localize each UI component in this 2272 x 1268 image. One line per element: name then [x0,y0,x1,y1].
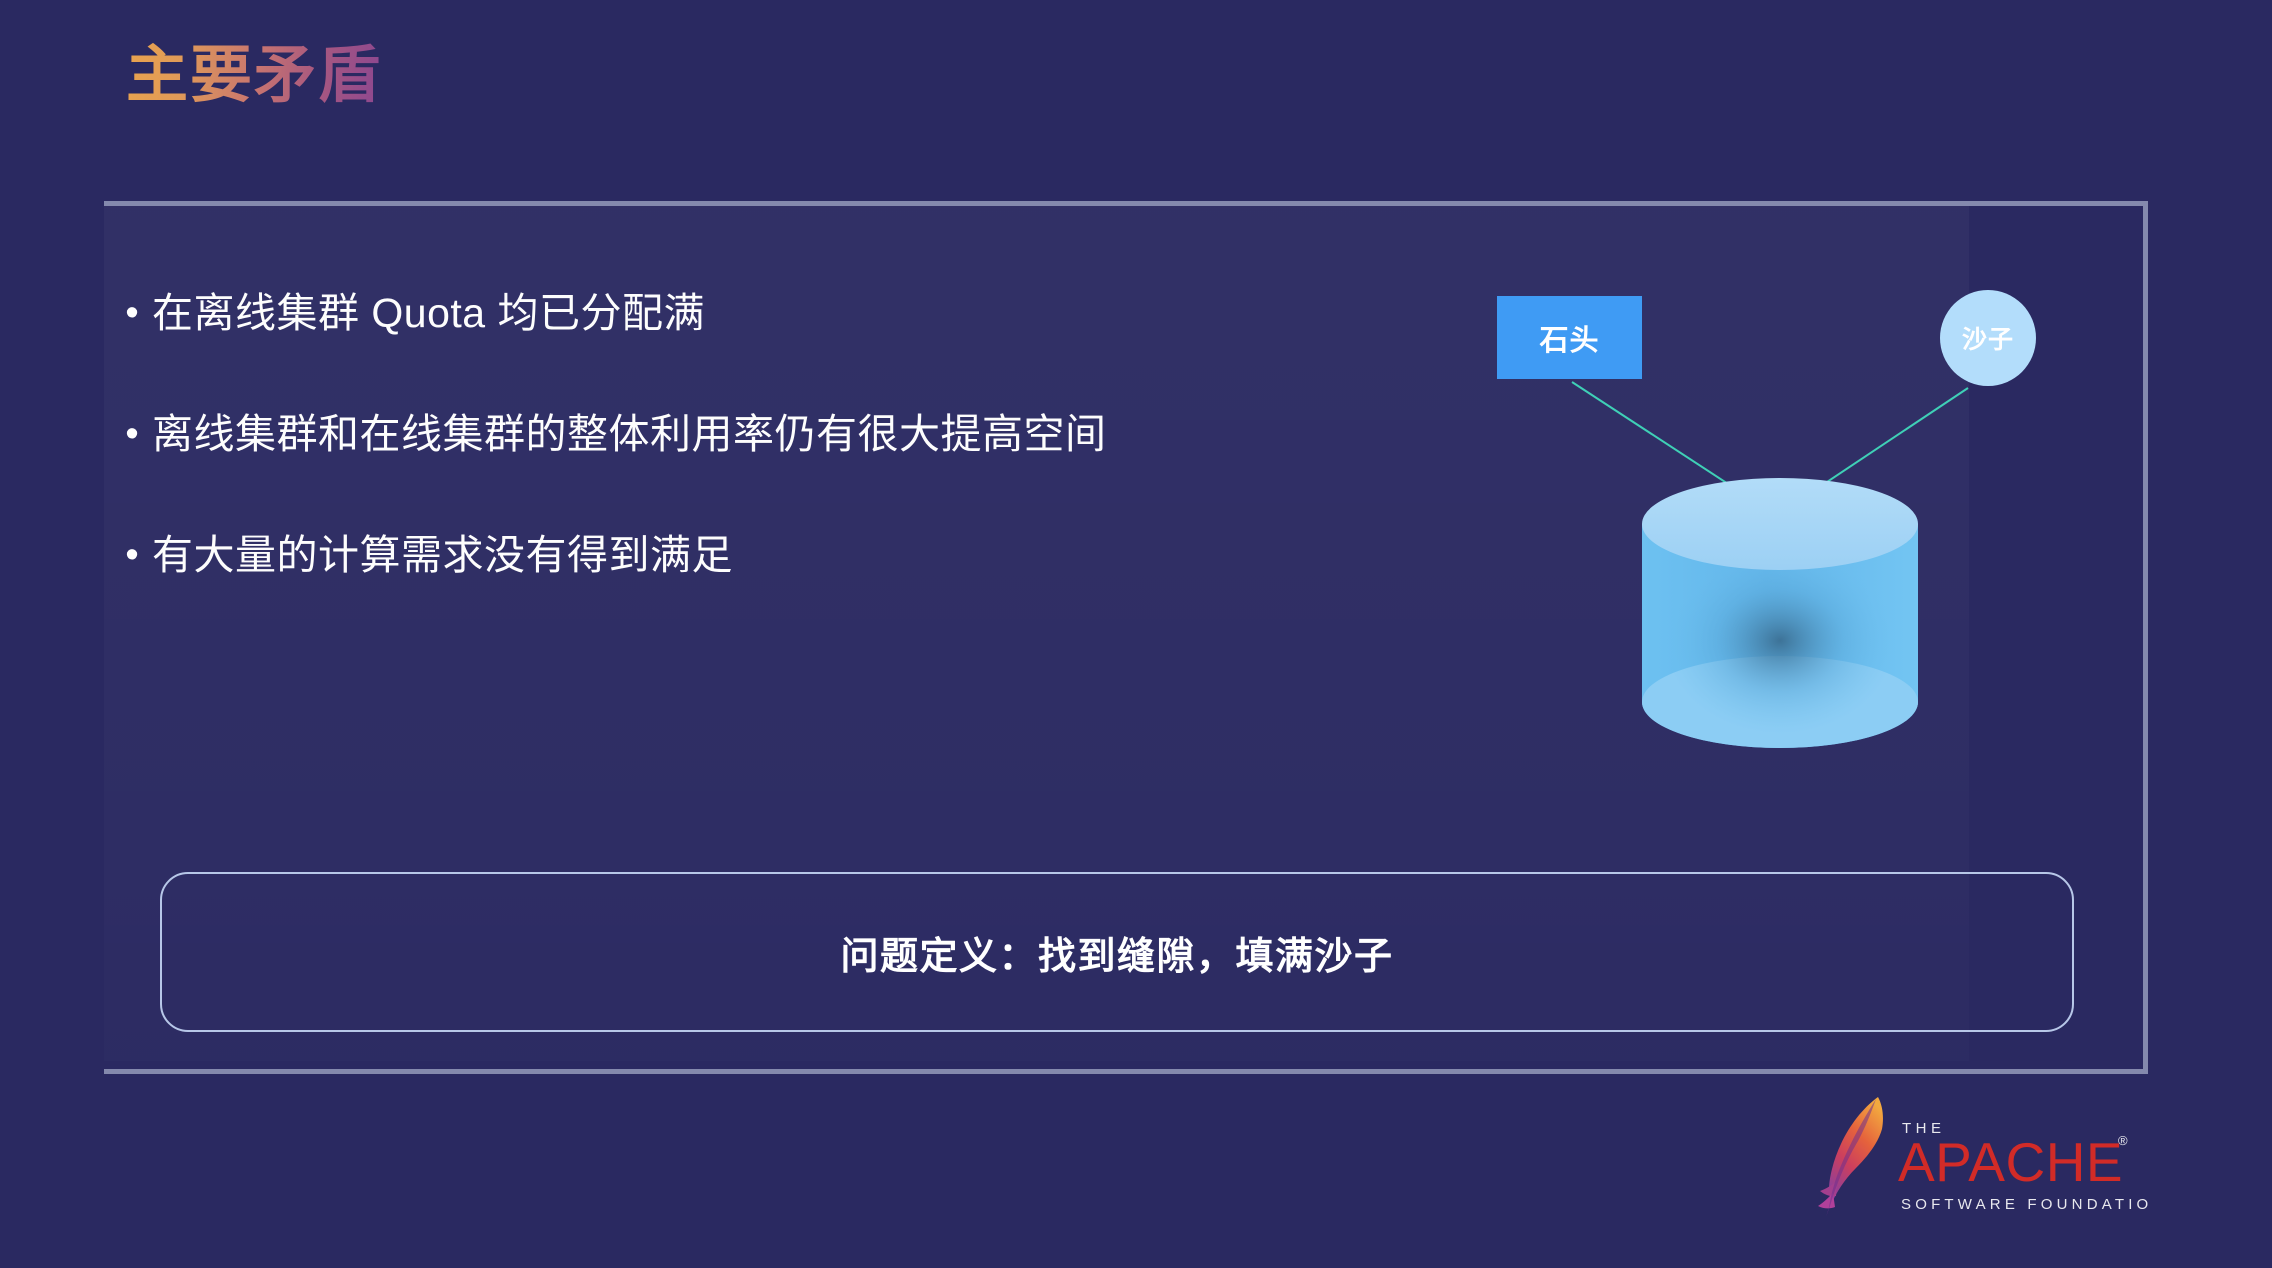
logo-foundation-text: SOFTWARE FOUNDATION [1901,1196,2152,1213]
logo-registered-icon: ® [2118,1133,2128,1148]
bullet-marker-icon: • [125,413,139,455]
bullet-marker-icon: • [125,534,139,576]
stone-label: 石头 [1539,324,1600,357]
list-item: • 有大量的计算需求没有得到满足 [112,524,1372,586]
slide-canvas: 主要矛盾 • 在离线集群 Quota 均已分配满 • 离线集群和在线集群的整体利… [0,0,2272,1268]
stone-box: 石头 [1497,296,1642,379]
list-item: • 离线集群和在线集群的整体利用率仍有很大提高空间 [112,403,1372,465]
bullet-marker-icon: • [125,292,139,334]
logo-apache-text: APACHE [1898,1131,2123,1193]
sand-label: 沙子 [1961,326,2014,354]
cylinder-shape [1642,478,1918,748]
stone-sand-cylinder-diagram: 石头 沙子 [1440,270,2140,830]
problem-definition-callout: 问题定义：找到缝隙，填满沙子 [160,872,2074,1032]
sand-circle: 沙子 [1940,290,2036,386]
apache-software-foundation-logo: THE APACHE ® SOFTWARE FOUNDATION [1812,1085,2163,1220]
page-title: 主要矛盾 [126,41,383,110]
bullet-list: • 在离线集群 Quota 均已分配满 • 离线集群和在线集群的整体利用率仍有很… [112,282,1372,645]
apache-logo-svg: THE APACHE ® SOFTWARE FOUNDATION [1818,1097,2163,1217]
callout-text: 问题定义：找到缝隙，填满沙子 [840,935,1394,978]
bullet-text: 在离线集群 Quota 均已分配满 [152,290,705,336]
apache-feather-icon [1818,1097,1883,1217]
list-item: • 在离线集群 Quota 均已分配满 [112,282,1372,344]
bullet-text: 离线集群和在线集群的整体利用率仍有很大提高空间 [152,411,1107,457]
bullet-text: 有大量的计算需求没有得到满足 [152,532,733,578]
